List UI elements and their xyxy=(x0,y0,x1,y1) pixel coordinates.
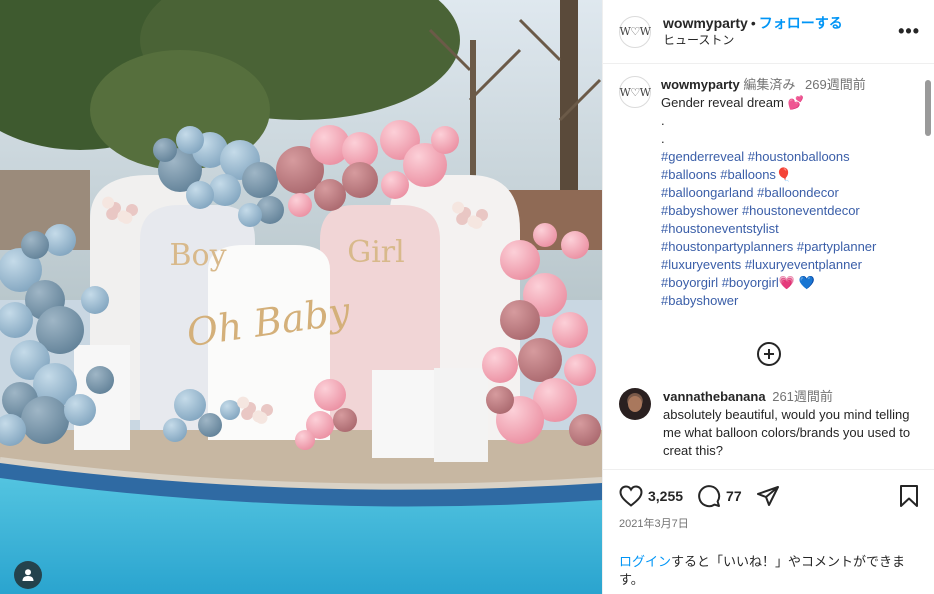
hashtag-line[interactable]: #houstoneventstylist xyxy=(661,220,911,238)
balloon xyxy=(314,379,346,411)
hashtag-line[interactable]: #balloongarland #balloondecor xyxy=(661,184,911,202)
comment-button[interactable] xyxy=(697,484,721,508)
balloon xyxy=(209,174,241,206)
balloon xyxy=(569,414,601,446)
comment-item: vannathebanana 261週間前 absolutely beautif… xyxy=(619,388,934,460)
post-header: W♡W wowmyparty • フォローする ヒューストン ••• xyxy=(603,0,934,64)
hashtag-line[interactable]: #luxuryevents #luxuryeventplanner xyxy=(661,256,911,274)
follow-button[interactable]: フォローする xyxy=(759,15,843,31)
balloon xyxy=(242,162,278,198)
balloon xyxy=(381,171,409,199)
balloon xyxy=(500,240,540,280)
flower xyxy=(467,215,480,228)
caption-avatar[interactable]: W♡W xyxy=(619,76,651,108)
balloon xyxy=(482,347,518,383)
hashtag-line[interactable]: #boyorgirl #boyorgirl💗 💙 xyxy=(661,274,911,292)
commenter-avatar[interactable] xyxy=(619,388,651,420)
balloon xyxy=(163,418,187,442)
comments-scrollbar[interactable] xyxy=(925,80,931,136)
balloon xyxy=(21,396,69,444)
login-prompt: ログインすると「いいね！」やコメントができます。 xyxy=(619,553,919,589)
plus-circle-icon xyxy=(757,342,781,366)
caption: W♡W wowmyparty 編集済み 269週間前 Gender reveal… xyxy=(619,76,934,310)
flower xyxy=(106,207,119,220)
hashtag-list: #genderreveal #houstonballoons #balloons … xyxy=(661,148,911,310)
balloon xyxy=(81,286,109,314)
flower xyxy=(241,407,254,420)
flower xyxy=(252,410,265,423)
balloon xyxy=(431,126,459,154)
balloon xyxy=(176,126,204,154)
user-icon xyxy=(22,569,34,581)
flower xyxy=(237,396,250,409)
like-count[interactable]: 3,255 xyxy=(648,488,683,504)
edited-label: 編集済み xyxy=(743,77,796,92)
flower xyxy=(456,212,469,225)
commenter-username[interactable]: vannathebanana xyxy=(663,389,766,404)
balloon xyxy=(21,231,49,259)
balloon xyxy=(288,193,312,217)
load-more-comments-button[interactable] xyxy=(619,342,919,366)
balloon xyxy=(220,400,240,420)
flower xyxy=(102,196,115,209)
flower xyxy=(117,210,130,223)
balloon xyxy=(564,354,596,386)
hashtag-line[interactable]: #babyshower #houstoneventdecor xyxy=(661,202,911,220)
save-button[interactable] xyxy=(899,485,919,507)
balloon xyxy=(86,366,114,394)
caption-time[interactable]: 269週間前 xyxy=(805,77,866,92)
comment-text: absolutely beautiful, would you mind tel… xyxy=(663,407,911,458)
balloon xyxy=(153,138,177,162)
balloon xyxy=(198,413,222,437)
login-link[interactable]: ログイン xyxy=(619,554,671,569)
avatar[interactable]: W♡W xyxy=(619,15,651,48)
caption-dot: . xyxy=(661,131,665,146)
balloon xyxy=(333,408,357,432)
post-date[interactable]: 2021年3月7日 xyxy=(619,515,919,531)
sign-girl: Girl xyxy=(347,235,405,270)
heart-icon xyxy=(619,485,643,507)
sign-boy: Boy xyxy=(169,238,226,273)
balloon xyxy=(561,231,589,259)
location-link[interactable]: ヒューストン xyxy=(663,32,843,49)
balloon xyxy=(44,224,76,256)
comment-icon xyxy=(698,485,721,508)
action-bar: 3,255 77 2021年3月7日 ログインすると「いいね！」やコメントができ… xyxy=(603,469,934,594)
hashtag-line[interactable]: #genderreveal #houstonballoons xyxy=(661,148,911,166)
caption-username[interactable]: wowmyparty xyxy=(661,77,740,92)
balloon xyxy=(174,389,206,421)
header-username[interactable]: wowmyparty xyxy=(663,15,748,31)
more-options-icon[interactable]: ••• xyxy=(898,22,920,40)
flower xyxy=(452,201,465,214)
hashtag-line[interactable]: #balloons #balloons🎈 xyxy=(661,166,911,184)
hashtag-line[interactable]: #houstonpartyplanners #partyplanner xyxy=(661,238,911,256)
balloon xyxy=(486,386,514,414)
balloon xyxy=(186,181,214,209)
post-image: Boy Girl Oh Baby xyxy=(0,0,602,594)
balloon xyxy=(552,312,588,348)
balloon xyxy=(533,223,557,247)
balloon xyxy=(342,162,378,198)
caption-dot: . xyxy=(661,113,665,128)
like-button[interactable] xyxy=(619,485,643,507)
balloon xyxy=(64,394,96,426)
caption-text: Gender reveal dream 💕 xyxy=(661,95,804,110)
separator-dot: • xyxy=(750,14,756,31)
tagged-users-button[interactable] xyxy=(14,561,42,589)
hashtag-line[interactable]: #babyshower xyxy=(661,292,911,310)
comment-count[interactable]: 77 xyxy=(726,488,742,504)
bookmark-icon xyxy=(900,485,918,507)
balloon xyxy=(238,203,262,227)
balloon xyxy=(500,300,540,340)
post-photo[interactable]: Boy Girl Oh Baby xyxy=(0,0,602,594)
post-sidebar: W♡W wowmyparty • フォローする ヒューストン ••• W♡W wow… xyxy=(602,0,934,594)
share-button[interactable] xyxy=(756,484,780,508)
balloon xyxy=(314,179,346,211)
balloon xyxy=(518,338,562,382)
comments-section[interactable]: W♡W wowmyparty 編集済み 269週間前 Gender reveal… xyxy=(603,64,934,469)
balloon xyxy=(295,430,315,450)
comment-time[interactable]: 261週間前 xyxy=(772,389,833,404)
paper-plane-icon xyxy=(756,486,779,506)
